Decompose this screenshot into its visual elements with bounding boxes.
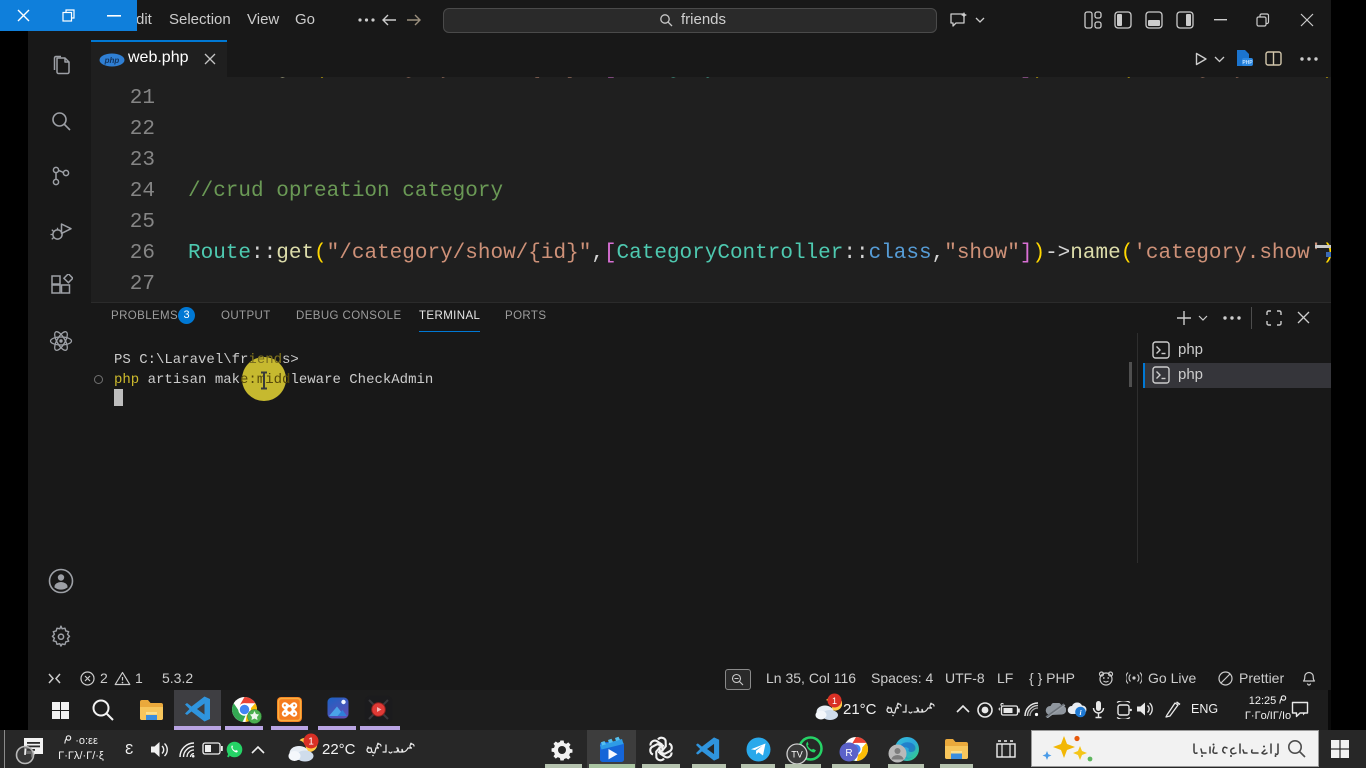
svg-text:R: R [845,748,852,759]
svg-text:PHP: PHP [1242,60,1253,66]
svg-text:TV: TV [791,750,803,760]
svg-text:1: 1 [308,737,314,748]
svg-text:1: 1 [832,696,837,706]
svg-text:php: php [104,56,120,65]
